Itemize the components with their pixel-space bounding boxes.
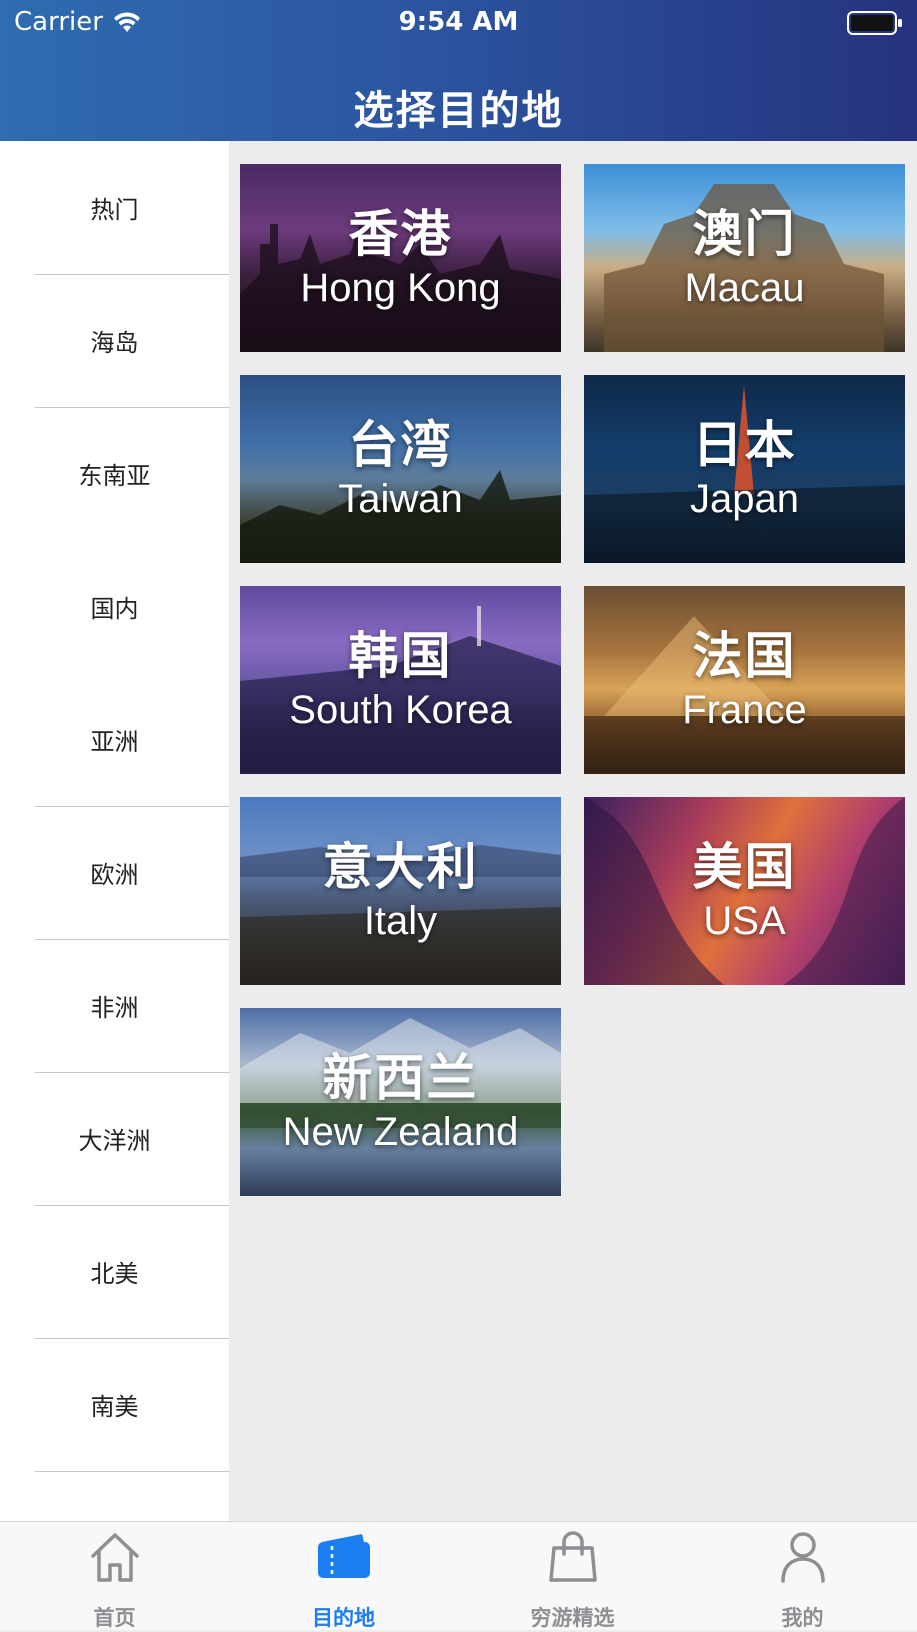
- destination-name-en: South Korea: [289, 688, 512, 732]
- destination-name-cn: 台湾: [348, 416, 453, 474]
- tab-label: 我的: [781, 1606, 824, 1630]
- header: Carrier 9:54 AM 选择目的地: [0, 0, 917, 141]
- destination-name-cn: 日本: [692, 416, 797, 474]
- person-icon: [775, 1528, 831, 1588]
- destination-name-cn: 韩国: [348, 627, 453, 685]
- tab-me[interactable]: 我的: [688, 1522, 917, 1631]
- shopping-bag-icon: [545, 1528, 601, 1588]
- destination-name-cn: 法国: [692, 627, 797, 685]
- destination-name-cn: 意大利: [322, 838, 479, 896]
- sidebar-item-hot[interactable]: 热门: [0, 141, 229, 274]
- destination-card-macau[interactable]: 澳门 Macau: [584, 164, 905, 352]
- page-title: 选择目的地: [353, 88, 564, 134]
- tab-bar: 首页 目的地 穷游精选 我的: [0, 1521, 917, 1630]
- tab-label: 首页: [93, 1606, 136, 1630]
- tab-destination[interactable]: 目的地: [229, 1522, 458, 1631]
- destination-grid: 香港 Hong Kong 澳门 Macau 台湾 Taiwan 日本 Japan…: [229, 141, 917, 1521]
- clock: 9:54 AM: [398, 7, 519, 37]
- sidebar-item-north-america[interactable]: 北美: [0, 1205, 229, 1338]
- destination-card-taiwan[interactable]: 台湾 Taiwan: [240, 375, 561, 563]
- destination-name-en: Italy: [363, 899, 438, 943]
- destination-card-new-zealand[interactable]: 新西兰 New Zealand: [240, 1008, 561, 1196]
- status-bar: Carrier 9:54 AM: [0, 0, 917, 46]
- home-icon: [87, 1528, 143, 1588]
- sidebar-item-oceania[interactable]: 大洋洲: [0, 1072, 229, 1205]
- destination-name-en: Japan: [690, 477, 799, 521]
- sidebar-item-africa[interactable]: 非洲: [0, 939, 229, 1072]
- sidebar-item-asia[interactable]: 亚洲: [0, 673, 229, 806]
- destination-name-cn: 美国: [692, 838, 797, 896]
- destination-name-cn: 香港: [348, 205, 453, 263]
- destination-card-france[interactable]: 法国 France: [584, 586, 905, 774]
- tab-selection[interactable]: 穷游精选: [458, 1522, 687, 1631]
- destination-name-en: New Zealand: [282, 1110, 519, 1154]
- destination-name-en: Taiwan: [338, 477, 463, 521]
- sidebar-item-southeast-asia[interactable]: 东南亚: [0, 407, 229, 540]
- destination-card-hong-kong[interactable]: 香港 Hong Kong: [240, 164, 561, 352]
- destination-card-usa[interactable]: 美国 USA: [584, 797, 905, 985]
- divider: [35, 1471, 229, 1472]
- battery-icon: [847, 10, 903, 40]
- sidebar-item-europe[interactable]: 欧洲: [0, 806, 229, 939]
- destination-card-italy[interactable]: 意大利 Italy: [240, 797, 561, 985]
- destination-name-en: USA: [703, 899, 786, 943]
- destination-name-en: Hong Kong: [300, 266, 501, 310]
- destination-name-en: France: [682, 688, 807, 732]
- destination-card-south-korea[interactable]: 韩国 South Korea: [240, 586, 561, 774]
- destination-name-cn: 澳门: [692, 205, 797, 263]
- destination-card-japan[interactable]: 日本 Japan: [584, 375, 905, 563]
- sidebar-item-domestic[interactable]: 国内: [0, 540, 229, 673]
- ticket-icon: [314, 1528, 374, 1588]
- tab-home[interactable]: 首页: [0, 1522, 229, 1631]
- tab-label: 穷游精选: [530, 1606, 615, 1630]
- region-sidebar: 热门 海岛 东南亚 国内 亚洲 欧洲 非洲 大洋洲 北美 南美: [0, 141, 229, 1521]
- destination-name-en: Macau: [684, 266, 805, 310]
- destination-name-cn: 新西兰: [322, 1049, 479, 1107]
- sidebar-item-islands[interactable]: 海岛: [0, 274, 229, 407]
- tab-label: 目的地: [312, 1606, 375, 1630]
- sidebar-item-south-america[interactable]: 南美: [0, 1338, 229, 1471]
